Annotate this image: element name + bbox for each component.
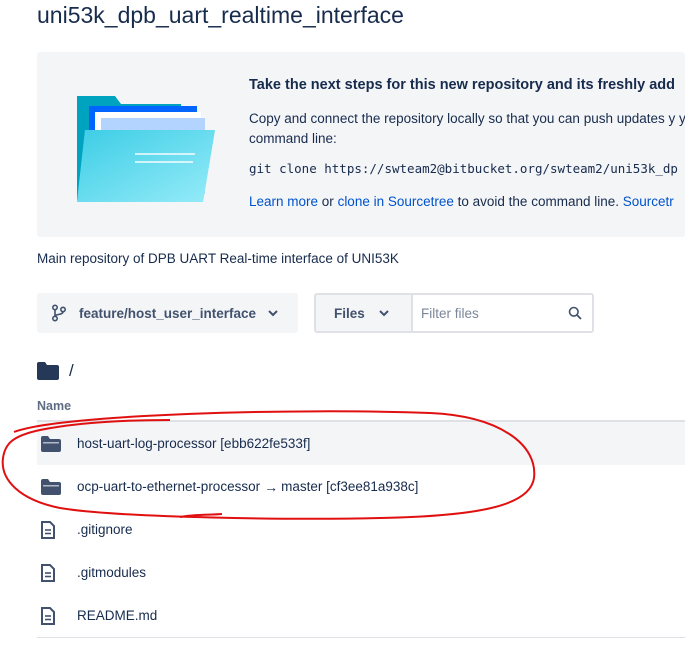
chevron-down-icon <box>379 309 389 316</box>
clone-in-sourcetree-link[interactable]: clone in Sourcetree <box>338 194 454 209</box>
folder-icon <box>41 435 61 452</box>
repo-title: uni53k_dpb_uart_realtime_interface <box>37 2 404 28</box>
row-name: host-uart-log-processor [ebb622fe533f] <box>77 436 311 451</box>
table-row[interactable]: README.md <box>37 594 685 637</box>
table-row[interactable]: ocp-uart-to-ethernet-processor → master [c… <box>37 465 685 508</box>
branch-icon <box>51 304 67 322</box>
onboarding-description: Copy and connect the repository locally … <box>249 111 685 146</box>
row-target: master [cf3ee81a938c] <box>281 479 419 494</box>
onboarding-links: Learn more or clone in Sourcetree to avo… <box>249 194 674 209</box>
table-row[interactable]: .gitmodules <box>37 551 685 594</box>
chevron-down-icon <box>268 309 278 316</box>
branch-selector[interactable]: feature/host_user_interface <box>37 293 298 333</box>
onboarding-heading: Take the next steps for this new reposit… <box>249 77 675 93</box>
search-icon[interactable] <box>568 306 582 320</box>
sourcetree-link[interactable]: Sourcetr <box>623 194 674 209</box>
folder-icon <box>41 478 61 495</box>
row-name: ocp-uart-to-ethernet-processor <box>77 479 261 494</box>
breadcrumb: / <box>37 361 74 381</box>
clone-command[interactable]: git clone https://swteam2@bitbucket.org/… <box>249 161 678 176</box>
branch-label: feature/host_user_interface <box>79 305 257 321</box>
row-name: README.md <box>77 608 158 623</box>
onboarding-panel: Take the next steps for this new reposit… <box>37 52 685 237</box>
file-icon <box>41 563 55 582</box>
filter-files-input[interactable] <box>411 295 592 331</box>
folder-illustration-icon <box>77 96 215 202</box>
file-filter: Files <box>314 293 594 333</box>
filter-mode-label: Files <box>334 305 365 321</box>
row-name: .gitignore <box>77 522 133 537</box>
folder-icon <box>37 362 59 380</box>
avoid-text: to avoid the command line. <box>453 194 623 209</box>
file-icon <box>41 606 55 625</box>
learn-more-link[interactable]: Learn more <box>249 194 318 209</box>
table-row[interactable]: host-uart-log-processor [ebb622fe533f] <box>37 422 685 465</box>
file-icon <box>41 520 55 539</box>
name-column-header[interactable]: Name <box>37 399 71 413</box>
repo-description: Main repository of DPB UART Real-time in… <box>37 251 399 266</box>
or-text: or <box>318 194 338 209</box>
path-label: / <box>69 361 74 380</box>
row-name: .gitmodules <box>77 565 147 580</box>
table-bottom-divider <box>37 637 685 638</box>
filter-mode-dropdown[interactable]: Files <box>316 295 411 331</box>
table-row[interactable]: .gitignore <box>37 508 685 551</box>
arrow-right-icon: → <box>264 478 279 495</box>
